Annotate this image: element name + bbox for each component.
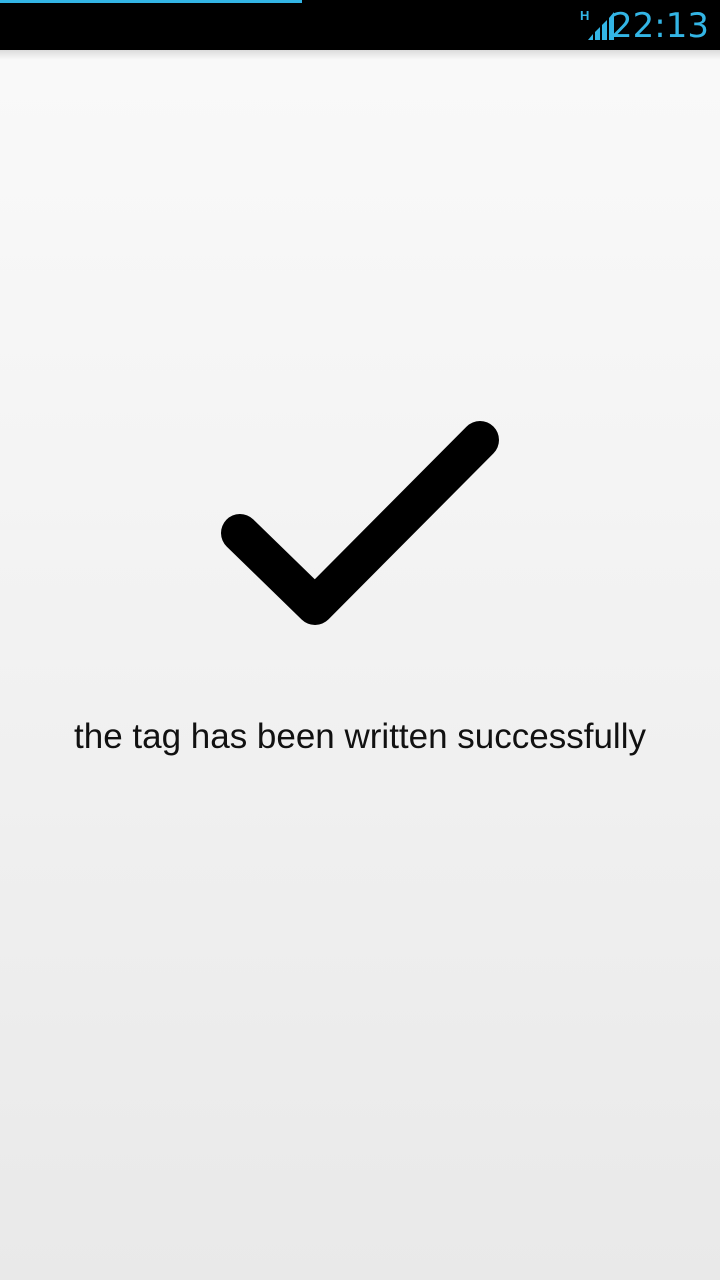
success-message: the tag has been written successfully bbox=[74, 717, 646, 756]
status-bar: H 22:13 bbox=[0, 0, 720, 50]
status-clock: 22:13 bbox=[611, 6, 709, 46]
checkmark-icon bbox=[221, 421, 499, 625]
success-screen: the tag has been written successfully bbox=[0, 50, 720, 1280]
status-progress-bar bbox=[0, 0, 303, 3]
